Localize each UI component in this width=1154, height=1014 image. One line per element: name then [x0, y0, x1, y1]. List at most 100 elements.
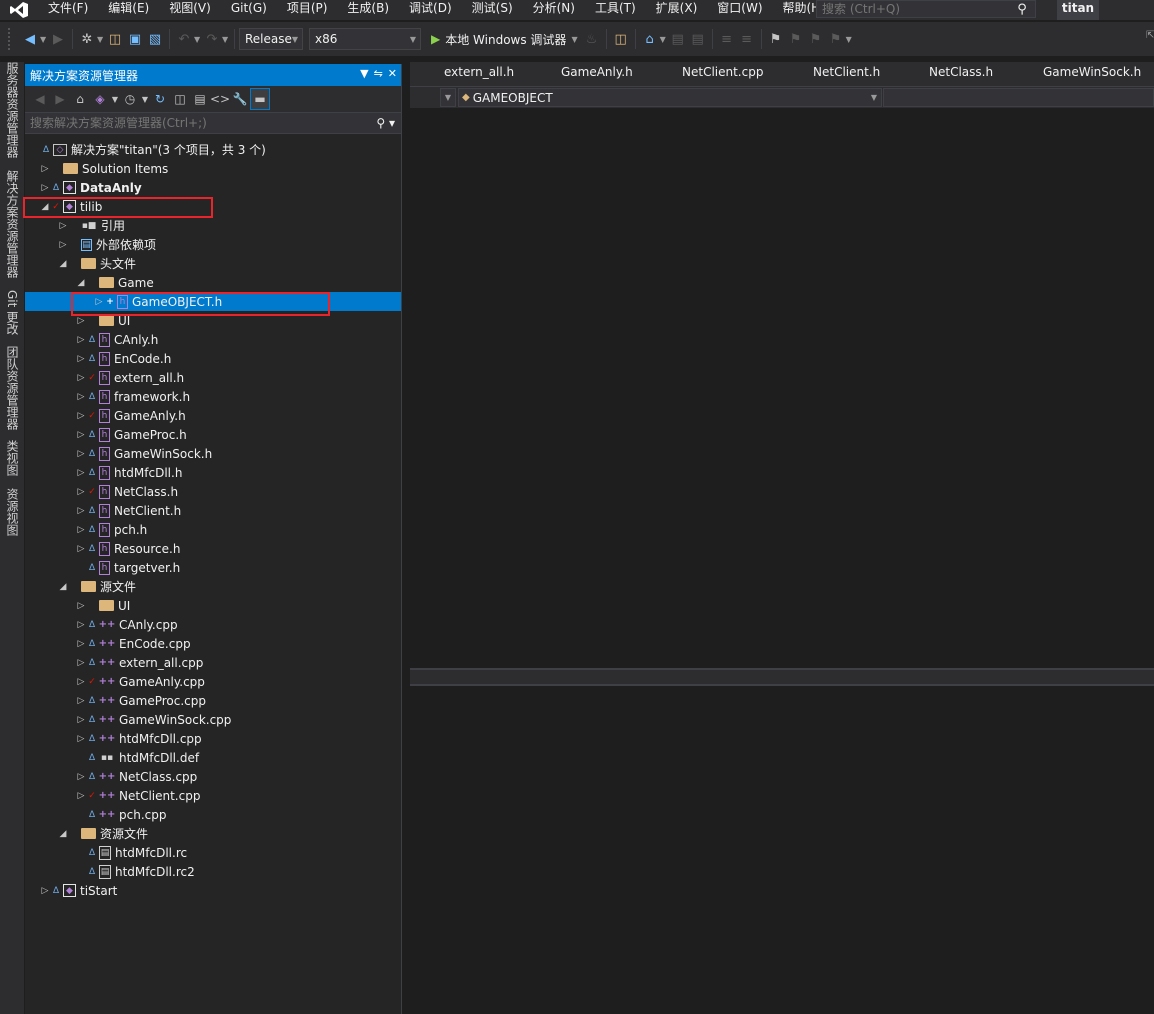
- home-icon[interactable]: ⌂: [70, 88, 90, 110]
- expanded-arrow-icon[interactable]: ◢: [57, 829, 69, 839]
- open-in-explorer-icon[interactable]: ◫: [611, 28, 631, 50]
- search-icon[interactable]: ⚲ ▾: [376, 116, 395, 130]
- expanded-arrow-icon[interactable]: ◢: [57, 259, 69, 269]
- collapsed-arrow-icon[interactable]: ▷: [75, 601, 87, 611]
- collapsed-arrow-icon[interactable]: ▷: [57, 240, 69, 250]
- collapsed-arrow-icon[interactable]: ▷: [75, 715, 87, 725]
- back-icon[interactable]: ◀: [20, 28, 40, 50]
- window-position-icon[interactable]: ▼: [360, 67, 368, 80]
- collapsed-arrow-icon[interactable]: ▷: [75, 316, 87, 326]
- close-icon[interactable]: ✕: [388, 67, 397, 80]
- toolbar-customize-icon[interactable]: ⇱: [1146, 30, 1154, 50]
- lower-editor-pane[interactable]: [410, 686, 1154, 1014]
- menu-item[interactable]: 分析(N): [523, 0, 585, 20]
- menu-item[interactable]: Git(G): [221, 0, 277, 20]
- configuration-dropdown[interactable]: Release ▼: [239, 28, 303, 50]
- preview-selected-items-icon[interactable]: ▬: [250, 88, 270, 110]
- tree-item[interactable]: ▷ ∆ ++ EnCode.cpp: [25, 634, 401, 653]
- toolbar-grip[interactable]: [8, 28, 14, 50]
- tree-item[interactable]: ◢ 源文件: [25, 577, 401, 596]
- tree-item[interactable]: ▷ ✓ h GameAnly.h: [25, 406, 401, 425]
- collapsed-arrow-icon[interactable]: ▷: [75, 734, 87, 744]
- visual-studio-logo-icon[interactable]: [0, 0, 38, 20]
- side-tab-server-explorer[interactable]: 服务器资源管理器: [2, 62, 22, 158]
- tree-item[interactable]: ▷ + h GameOBJECT.h: [25, 292, 401, 311]
- member-dropdown[interactable]: [883, 88, 1154, 107]
- tree-item[interactable]: ▷ ∆ h htdMfcDll.h: [25, 463, 401, 482]
- previous-bookmark-icon[interactable]: ⚑: [786, 28, 806, 50]
- properties-wrench-icon[interactable]: 🔧: [230, 88, 250, 110]
- collapsed-arrow-icon[interactable]: ▷: [75, 639, 87, 649]
- tree-item[interactable]: ◢ ✓ ◆ tilib: [25, 197, 401, 216]
- collapsed-arrow-icon[interactable]: ▷: [75, 620, 87, 630]
- sync-icon[interactable]: ↻: [150, 88, 170, 110]
- tree-item[interactable]: ▷ ∆ ◆ DataAnly: [25, 178, 401, 197]
- menu-item[interactable]: 窗口(W): [707, 0, 772, 20]
- collapsed-arrow-icon[interactable]: ▷: [75, 468, 87, 478]
- collapsed-arrow-icon[interactable]: ▷: [75, 791, 87, 801]
- collapsed-arrow-icon[interactable]: ▷: [57, 221, 69, 231]
- tree-item[interactable]: ▷ ✓ ++ GameAnly.cpp: [25, 672, 401, 691]
- collapsed-arrow-icon[interactable]: ▷: [75, 696, 87, 706]
- expanded-arrow-icon[interactable]: ◢: [57, 582, 69, 592]
- collapsed-arrow-icon[interactable]: ▷: [39, 183, 51, 193]
- chevron-down-icon[interactable]: ▼: [571, 35, 577, 44]
- side-tab-git-changes[interactable]: Git 更改: [2, 290, 22, 335]
- collapsed-arrow-icon[interactable]: ▷: [39, 164, 51, 174]
- comment-icon[interactable]: ▤: [668, 28, 688, 50]
- expanded-arrow-icon[interactable]: ◢: [39, 202, 51, 212]
- undo-icon[interactable]: ↶: [174, 28, 194, 50]
- filter-dropdown-icon[interactable]: ▼: [140, 88, 150, 110]
- new-project-icon[interactable]: ✲: [77, 28, 97, 50]
- solution-explorer-search[interactable]: ⚲ ▾: [25, 112, 401, 134]
- collapsed-arrow-icon[interactable]: ▷: [75, 487, 87, 497]
- tree-item[interactable]: ∆ ▤ htdMfcDll.rc2: [25, 862, 401, 881]
- indent-icon[interactable]: ≡: [737, 28, 757, 50]
- show-all-files-icon[interactable]: ▤: [190, 88, 210, 110]
- menu-item[interactable]: 生成(B): [337, 0, 399, 20]
- home-dropdown-icon[interactable]: ▼: [660, 35, 668, 44]
- outdent-icon[interactable]: ≡: [717, 28, 737, 50]
- collapsed-arrow-icon[interactable]: ▷: [75, 525, 87, 535]
- tree-item[interactable]: ▷ ✓ ++ NetClient.cpp: [25, 786, 401, 805]
- back-icon[interactable]: ◀: [30, 88, 50, 110]
- hot-reload-icon[interactable]: ♨: [582, 28, 602, 50]
- collapsed-arrow-icon[interactable]: ▷: [75, 392, 87, 402]
- forward-icon[interactable]: ▶: [50, 88, 70, 110]
- tree-item[interactable]: ▷ ∆ h pch.h: [25, 520, 401, 539]
- menu-item[interactable]: 调试(D): [399, 0, 462, 20]
- tree-item[interactable]: ▷ ✓ h NetClass.h: [25, 482, 401, 501]
- start-debugging-button[interactable]: ▶ 本地 Windows 调试器 ▼: [427, 28, 582, 50]
- editor-splitter[interactable]: [410, 668, 1154, 686]
- tree-item[interactable]: ∆ ◇ 解决方案"titan"(3 个项目，共 3 个): [25, 140, 401, 159]
- editor-body[interactable]: [410, 108, 1154, 668]
- pin-icon[interactable]: ⇋: [374, 67, 383, 80]
- collapsed-arrow-icon[interactable]: ▷: [75, 373, 87, 383]
- tree-item[interactable]: ▷ ∆ h EnCode.h: [25, 349, 401, 368]
- uncomment-icon[interactable]: ▤: [688, 28, 708, 50]
- doc-tab-netclass-h[interactable]: NetClass.h: [929, 65, 993, 79]
- tree-item[interactable]: ▷ ∆ h CAnly.h: [25, 330, 401, 349]
- view-code-icon[interactable]: <>: [210, 88, 230, 110]
- collapsed-arrow-icon[interactable]: ▷: [75, 449, 87, 459]
- side-tab-class-view[interactable]: 类视图: [2, 440, 22, 476]
- tree-item[interactable]: ▷ Solution Items: [25, 159, 401, 178]
- tree-item[interactable]: ▷ ∆ ++ GameProc.cpp: [25, 691, 401, 710]
- save-all-icon[interactable]: ▧: [145, 28, 165, 50]
- tree-item[interactable]: ◢ 头文件: [25, 254, 401, 273]
- tree-item[interactable]: ▷ UI: [25, 596, 401, 615]
- side-tab-team-explorer[interactable]: 团队资源管理器: [2, 346, 22, 430]
- collapsed-arrow-icon[interactable]: ▷: [75, 430, 87, 440]
- collapsed-arrow-icon[interactable]: ▷: [75, 772, 87, 782]
- next-bookmark-icon[interactable]: ⚑: [806, 28, 826, 50]
- clear-bookmarks-icon[interactable]: ⚑: [826, 28, 846, 50]
- tree-item[interactable]: ▷ ∆ ++ extern_all.cpp: [25, 653, 401, 672]
- collapsed-arrow-icon[interactable]: ▷: [75, 544, 87, 554]
- menu-item[interactable]: 文件(F): [38, 0, 98, 20]
- back-dropdown-icon[interactable]: ▼: [40, 35, 48, 44]
- collapsed-arrow-icon[interactable]: ▷: [75, 335, 87, 345]
- home-icon[interactable]: ⌂: [640, 28, 660, 50]
- tree-item[interactable]: ▷ ∆ ◆ tiStart: [25, 881, 401, 900]
- menu-item[interactable]: 视图(V): [159, 0, 221, 20]
- tree-item[interactable]: ∆ h targetver.h: [25, 558, 401, 577]
